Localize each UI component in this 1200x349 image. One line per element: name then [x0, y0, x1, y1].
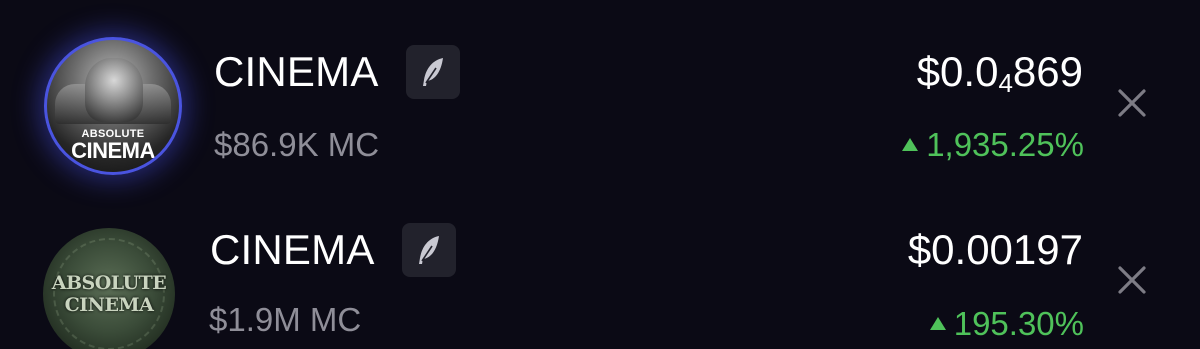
price-change: 1,935.25%	[902, 126, 1084, 164]
token-price: $0.00197	[907, 226, 1083, 273]
token-watchlist: ABSOLUTE CINEMA CINEMA $86.9K MC $0.0486…	[0, 0, 1200, 349]
price-change-value: 195.30%	[953, 305, 1084, 342]
token-avatar: ABSOLUTE CINEMA	[44, 37, 182, 175]
price-suffix: 869	[1012, 48, 1083, 95]
close-icon[interactable]	[1117, 265, 1147, 295]
price-change-value: 1,935.25%	[926, 126, 1084, 163]
avatar-logo-top: ABSOLUTE	[51, 272, 167, 294]
token-price: $0.04869	[916, 48, 1083, 98]
up-triangle-icon	[902, 138, 919, 151]
market-cap: $86.9K MC	[214, 126, 380, 163]
token-row[interactable]: ABSOLUTE CINEMA CINEMA $1.9M MC $0.00197…	[0, 175, 1200, 349]
avatar-figure	[85, 58, 143, 122]
token-avatar: ABSOLUTE CINEMA	[43, 228, 175, 349]
close-icon[interactable]	[1117, 88, 1147, 118]
price-zero-count: 4	[998, 68, 1013, 98]
up-triangle-icon	[929, 317, 946, 330]
quill-icon[interactable]	[406, 45, 460, 99]
token-name: CINEMA	[210, 226, 375, 273]
price-prefix: $0.0	[916, 48, 999, 95]
market-cap: $1.9M MC	[209, 301, 362, 338]
token-name: CINEMA	[214, 48, 379, 95]
quill-icon[interactable]	[402, 223, 456, 277]
token-row[interactable]: ABSOLUTE CINEMA CINEMA $86.9K MC $0.0486…	[0, 0, 1200, 175]
price-change: 195.30%	[929, 305, 1084, 343]
avatar-caption-big: CINEMA	[71, 138, 155, 163]
avatar-logo-bottom: CINEMA	[64, 294, 154, 316]
